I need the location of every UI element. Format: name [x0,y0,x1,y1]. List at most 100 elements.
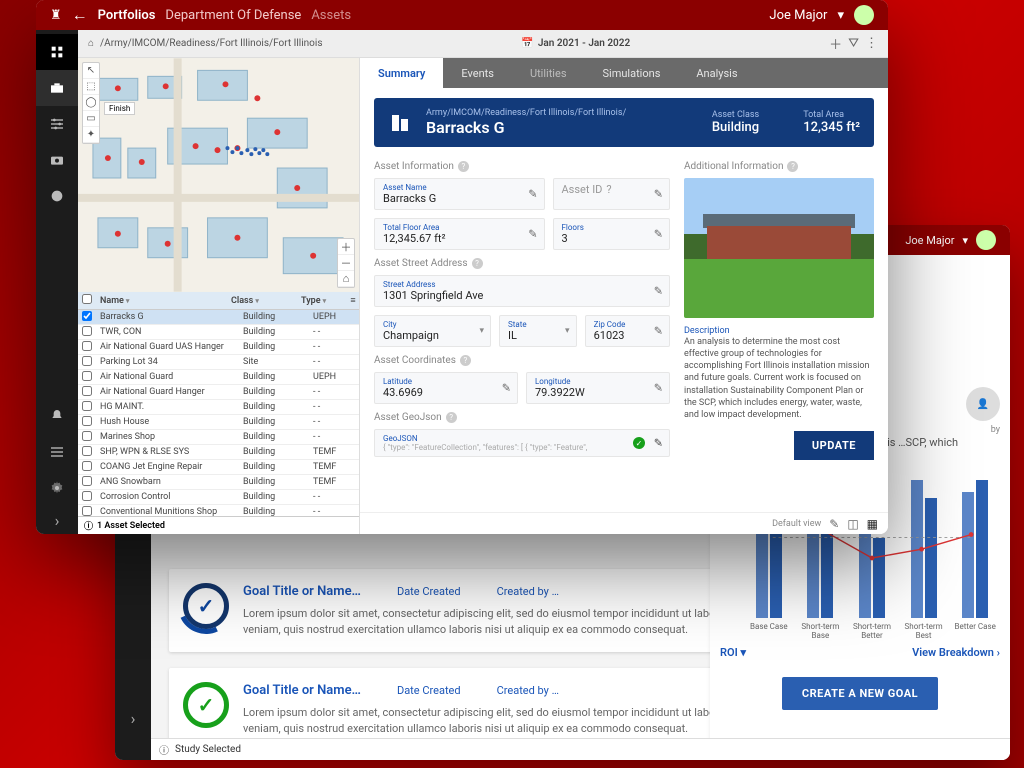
camera-icon[interactable] [36,142,78,178]
table-row[interactable]: Barracks GBuildingUEPH [78,310,359,325]
row-checkbox[interactable] [82,416,92,426]
edit-icon[interactable]: ✎ [654,437,663,450]
edit-icon[interactable]: ✎ [654,382,663,395]
briefcase-icon[interactable] [36,70,78,106]
col-class[interactable]: Class▾ [231,296,301,306]
table-row[interactable]: Air National Guard HangerBuilding- - [78,385,359,400]
tab-analysis[interactable]: Analysis [678,58,755,88]
help-icon[interactable]: ? [460,355,471,366]
table-row[interactable]: COANG Jet Engine RepairBuildingTEMF [78,460,359,475]
view-breakdown-link[interactable]: View Breakdown › [912,646,1000,659]
edit-icon[interactable]: ✎ [654,325,663,338]
help-icon[interactable]: ? [472,258,483,269]
chevron-down-icon[interactable]: ▾ [837,8,844,23]
filter-icon[interactable]: ⛛ [848,36,859,51]
more-icon[interactable]: ⋮ [865,36,878,51]
col-name[interactable]: Name▾ [96,296,231,306]
gear-icon[interactable] [36,470,78,506]
date-range-picker[interactable]: 📅Jan 2021 - Jan 2022 [521,38,630,49]
row-checkbox[interactable] [82,326,92,336]
help-icon[interactable]: ? [606,183,611,196]
row-checkbox[interactable] [82,311,92,321]
bell-icon[interactable] [36,398,78,434]
home-icon[interactable] [36,34,78,70]
table-row[interactable]: TWR, CONBuilding- - [78,325,359,340]
field-floors[interactable]: Floors3✎ [553,218,671,250]
edit-icon[interactable]: ✎ [502,382,511,395]
edit-icon[interactable]: ✎ [654,228,663,241]
table-row[interactable]: Parking Lot 34Site- - [78,355,359,370]
tab-simulations[interactable]: Simulations [585,58,679,88]
chevron-right-icon[interactable]: › [55,506,60,534]
map[interactable]: ↖⬚◯▭✦ Finish ＋－⌂ [78,58,359,292]
avatar[interactable] [854,5,874,25]
field-state[interactable]: StateIL▾ [499,315,577,347]
chevron-down-icon[interactable]: ▾ [565,326,570,336]
row-checkbox[interactable] [82,461,92,471]
field-longitude[interactable]: Longitude79.3922W✎ [526,372,670,404]
back-button[interactable]: ← [72,5,88,25]
table-row[interactable]: Conventional Munitions ShopBuilding- - [78,505,359,516]
field-city[interactable]: CityChampaign▾ [374,315,491,347]
help-icon[interactable]: ? [458,161,469,172]
edit-icon[interactable]: ✎ [829,517,839,531]
row-checkbox[interactable] [82,386,92,396]
chevron-down-icon[interactable]: ▾ [962,234,968,247]
edit-icon[interactable]: ✎ [528,188,537,201]
layout-grid-icon[interactable]: ▦ [867,517,878,531]
row-checkbox[interactable] [82,446,92,456]
avatar[interactable] [976,230,996,250]
rear-user-name[interactable]: Joe Major [905,234,954,247]
field-street[interactable]: Street Address1301 Springfield Ave✎ [374,275,670,307]
row-checkbox[interactable] [82,356,92,366]
list-icon[interactable] [36,434,78,470]
field-latitude[interactable]: Latitude43.6969✎ [374,372,518,404]
crumb-portfolios[interactable]: Portfolios [98,8,156,23]
table-row[interactable]: Air National GuardBuildingUEPH [78,370,359,385]
add-button[interactable]: ＋ [829,34,842,53]
row-checkbox[interactable] [82,341,92,351]
help-icon[interactable]: ? [446,412,457,423]
map-finish-button[interactable]: Finish [104,102,135,115]
table-row[interactable]: Corrosion ControlBuilding- - [78,490,359,505]
goal-title[interactable]: Goal Title or Name… [243,583,361,602]
table-row[interactable]: SHP, WPN & RLSE SYSBuildingTEMF [78,445,359,460]
map-draw-tools[interactable]: ↖⬚◯▭✦ [82,62,100,144]
roi-dropdown[interactable]: ROI ▾ [720,646,746,659]
home-icon[interactable]: ⌂ [88,38,94,49]
table-row[interactable]: Marines ShopBuilding- - [78,430,359,445]
tab-utilities[interactable]: Utilities [512,58,585,88]
field-asset-name[interactable]: Asset NameBarracks G✎ [374,178,545,210]
row-checkbox[interactable] [82,506,92,516]
tab-summary[interactable]: Summary [360,58,443,88]
breadcrumb[interactable]: /Army/IMCOM/Readiness/Fort Illinois/Fort… [100,38,322,49]
col-type[interactable]: Type▾ [301,296,347,306]
sliders-icon[interactable] [36,106,78,142]
crumb-dept[interactable]: Department Of Defense [165,8,301,23]
table-row[interactable]: Hush HouseBuilding- - [78,415,359,430]
user-name[interactable]: Joe Major [769,8,827,23]
row-checkbox[interactable] [82,371,92,381]
edit-icon[interactable]: ✎ [654,188,663,201]
row-checkbox[interactable] [82,491,92,501]
row-checkbox[interactable] [82,431,92,441]
update-button[interactable]: UPDATE [794,431,874,460]
tab-events[interactable]: Events [443,58,512,88]
table-menu-icon[interactable]: ≡ [347,295,359,306]
table-row[interactable]: ANG SnowbarnBuildingTEMF [78,475,359,490]
help-icon[interactable]: ? [787,161,798,172]
chevron-right-icon[interactable]: › [115,704,151,732]
chevron-down-icon[interactable]: ▾ [480,326,485,336]
field-asset-id[interactable]: Asset ID?✎ [553,178,671,210]
create-new-goal-button[interactable]: CREATE A NEW GOAL [782,677,938,710]
castle-icon[interactable]: ♜ [50,8,62,23]
goal-title[interactable]: Goal Title or Name… [243,682,361,701]
asset-photo[interactable] [684,178,874,318]
row-checkbox[interactable] [82,401,92,411]
field-geojson[interactable]: GeoJSON { "type": "FeatureCollection", "… [374,429,670,457]
row-checkbox[interactable] [82,476,92,486]
table-row[interactable]: HG MAINT.Building- - [78,400,359,415]
edit-icon[interactable]: ✎ [654,285,663,298]
layout-split-icon[interactable]: ◫ [847,517,858,531]
edit-icon[interactable]: ✎ [528,228,537,241]
